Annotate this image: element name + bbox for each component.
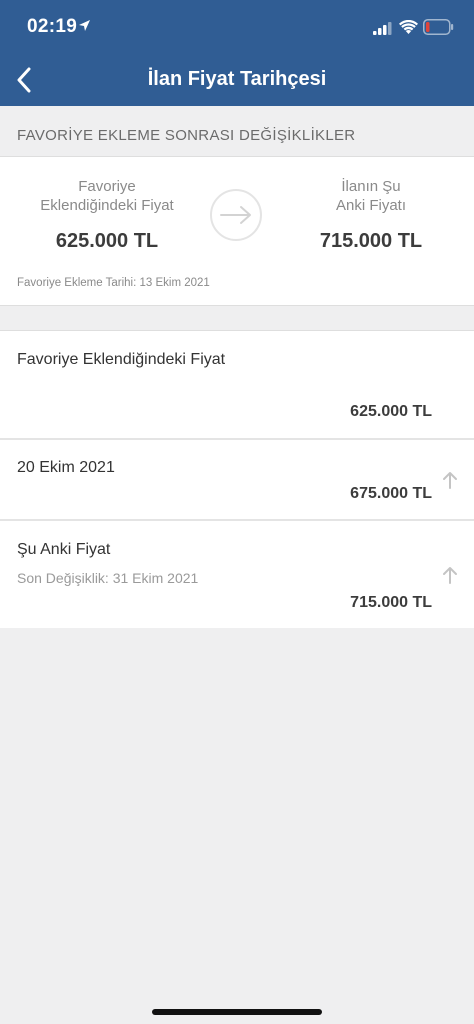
signal-icon [373,22,392,35]
price-history-list: Favoriye Eklendiğindeki Fiyat 625.000 TL… [0,330,474,628]
history-row-price: 715.000 TL [350,594,432,611]
page-title: İlan Fiyat Tarihçesi [147,68,327,90]
current-price-label-line2: Anki Fiyatı [335,197,407,214]
current-price-value: 715.000 TL [319,230,423,252]
location-arrow-icon [79,20,90,31]
history-row-title: Şu Anki Fiyat [17,541,111,558]
current-price-label-line1: İlanın Şu [341,178,401,195]
history-row-price: 625.000 TL [350,403,432,420]
history-row-title: Favoriye Eklendiğindeki Fiyat [17,351,226,368]
history-row-current[interactable]: Şu Anki Fiyat Son Değişiklik: 31 Ekim 20… [0,521,474,628]
app-header: 02:19 İlan Fiyat Tarihçesi [0,0,474,106]
history-row-title: 20 Ekim 2021 [17,459,115,476]
arrow-up-icon [443,567,457,584]
home-indicator[interactable] [152,1009,322,1015]
arrow-up-icon [443,472,457,489]
arrow-right-icon [220,206,251,224]
favorite-price-label-line2: Eklendiğindeki Fiyat [40,197,174,214]
favorite-price-value: 625.000 TL [55,230,159,252]
price-compare-card: Favoriye Eklendiğindeki Fiyat 625.000 TL… [0,156,474,306]
compare-arrow [210,189,262,241]
favorite-price-column: Favoriye Eklendiğindeki Fiyat 625.000 TL [17,177,197,253]
current-price-column: İlanın Şu Anki Fiyatı 715.000 TL [281,177,461,253]
history-row-change[interactable]: 20 Ekim 2021 675.000 TL [0,440,474,521]
favorite-date: Favoriye Ekleme Tarihi: 13 Ekim 2021 [17,277,210,289]
history-row-subtitle: Son Değişiklik: 31 Ekim 2021 [17,570,199,586]
history-row-favorite[interactable]: Favoriye Eklendiğindeki Fiyat 625.000 TL [0,331,474,440]
wifi-icon [399,20,418,34]
section-header: FAVORİYE EKLEME SONRASI DEĞİŞİKLİKLER [17,127,356,144]
status-time: 02:19 [27,16,78,37]
battery-icon [423,19,454,35]
history-row-price: 675.000 TL [350,485,432,502]
favorite-price-label-line1: Favoriye [78,178,136,195]
